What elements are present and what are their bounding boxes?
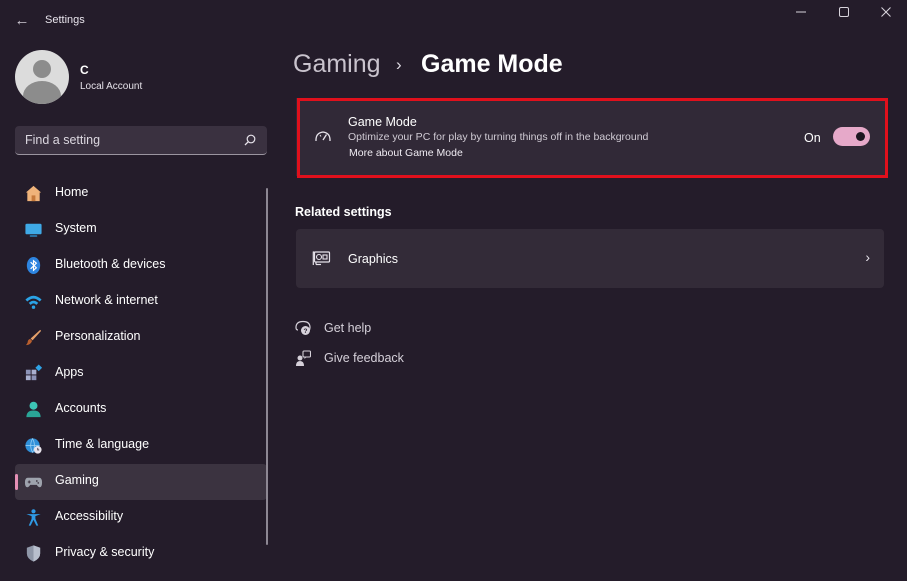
highlight-outline	[297, 98, 888, 178]
system-icon	[25, 223, 42, 237]
account-type: Local Account	[80, 81, 143, 92]
graphics-setting-row[interactable]: Graphics ›	[296, 229, 884, 288]
sidebar-item-time-language[interactable]: Time & language	[15, 428, 267, 464]
svg-text:?: ?	[304, 328, 308, 335]
search-box[interactable]	[15, 126, 267, 155]
globe-clock-icon	[25, 438, 42, 454]
wifi-icon	[25, 295, 42, 309]
sidebar-item-label: Apps	[55, 365, 84, 379]
sidebar-item-bluetooth[interactable]: Bluetooth & devices	[15, 248, 267, 284]
sidebar-scrollbar[interactable]	[266, 188, 268, 545]
back-arrow-icon[interactable]: ←	[13, 12, 31, 30]
breadcrumb-gaming[interactable]: Gaming	[293, 50, 381, 79]
close-button[interactable]	[874, 6, 898, 22]
gamepad-icon	[24, 477, 43, 488]
graphics-label: Graphics	[348, 252, 399, 266]
bluetooth-icon	[26, 256, 41, 275]
sidebar-item-label: Personalization	[55, 329, 141, 343]
account-name: C	[80, 63, 89, 77]
app-title: Settings	[45, 14, 85, 26]
chevron-right-icon: ›	[865, 249, 870, 265]
sidebar-item-label: Network & internet	[55, 293, 158, 307]
related-settings-heading: Related settings	[295, 205, 392, 219]
give-feedback-label: Give feedback	[324, 351, 404, 365]
avatar-head	[33, 60, 51, 78]
minimize-icon	[796, 11, 806, 13]
give-feedback-icon	[296, 350, 311, 366]
minimize-button[interactable]	[789, 6, 813, 22]
sidebar-nav: Home System Bluetooth & devices Network …	[15, 176, 267, 572]
search-icon[interactable]	[243, 133, 257, 147]
sidebar-item-system[interactable]: System	[15, 212, 267, 248]
apps-icon	[25, 364, 43, 381]
sidebar-item-label: System	[55, 221, 97, 235]
sidebar-item-accounts[interactable]: Accounts	[15, 392, 267, 428]
shield-icon	[26, 545, 41, 562]
accounts-icon	[26, 401, 41, 418]
sidebar-item-label: Time & language	[55, 437, 150, 451]
avatar[interactable]	[15, 50, 69, 104]
page-title: Game Mode	[421, 50, 563, 78]
sidebar-item-label: Privacy & security	[55, 545, 155, 559]
get-help-icon: ?	[295, 320, 311, 335]
title-bar: ← Settings	[0, 0, 907, 40]
sidebar-item-personalization[interactable]: Personalization	[15, 320, 267, 356]
avatar-body	[23, 81, 61, 104]
graphics-card-icon	[312, 251, 331, 266]
search-input[interactable]	[25, 132, 235, 148]
brush-icon	[25, 329, 42, 346]
sidebar-item-accessibility[interactable]: Accessibility	[15, 500, 267, 536]
sidebar-item-label: Bluetooth & devices	[55, 257, 166, 271]
sidebar-item-privacy-security[interactable]: Privacy & security	[15, 536, 267, 572]
sidebar-item-home[interactable]: Home	[15, 176, 267, 212]
sidebar-item-network[interactable]: Network & internet	[15, 284, 267, 320]
maximize-icon	[839, 7, 849, 17]
get-help-label: Get help	[324, 321, 372, 335]
sidebar-item-gaming[interactable]: Gaming	[15, 464, 267, 500]
sidebar-item-label: Home	[55, 185, 89, 199]
accessibility-icon	[26, 509, 41, 526]
close-icon	[881, 7, 891, 17]
sidebar-item-label: Accessibility	[55, 509, 124, 523]
sidebar-item-label: Accounts	[55, 401, 107, 415]
breadcrumb-separator: ›	[396, 55, 402, 74]
maximize-button[interactable]	[832, 6, 856, 22]
sidebar-item-label: Gaming	[55, 473, 99, 487]
sidebar-item-apps[interactable]: Apps	[15, 356, 267, 392]
home-icon	[25, 185, 42, 202]
selected-indicator	[15, 474, 18, 490]
